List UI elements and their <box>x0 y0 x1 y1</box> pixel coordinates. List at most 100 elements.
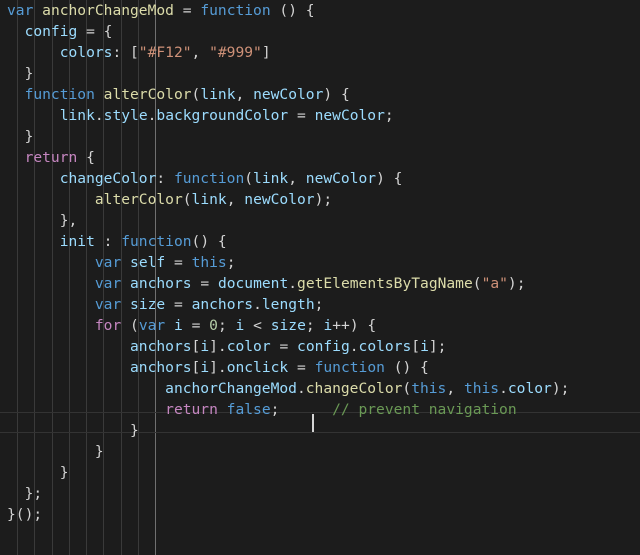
code-token: ); <box>551 380 570 397</box>
code-token: }, <box>7 212 78 229</box>
code-token: ); <box>314 191 333 208</box>
code-token: config <box>297 338 350 355</box>
code-token: } <box>7 65 34 82</box>
code-token: : [ <box>112 44 139 61</box>
code-line[interactable]: } <box>0 462 640 483</box>
code-token: changeColor <box>305 380 403 397</box>
code-line[interactable]: changeColor: function(link, newColor) { <box>0 168 640 189</box>
code-editor[interactable]: var anchorChangeMod = function () { conf… <box>0 0 640 555</box>
code-line[interactable]: }(); <box>0 504 640 525</box>
code-token: , <box>191 44 210 61</box>
code-token: newColor <box>305 170 377 187</box>
code-line[interactable]: init : function() { <box>0 231 640 252</box>
code-token: return <box>24 149 78 166</box>
code-token: i <box>173 317 183 334</box>
code-token: false <box>226 401 271 418</box>
code-line[interactable]: } <box>0 420 640 441</box>
code-token: var <box>94 275 122 292</box>
code-token: function <box>121 233 192 250</box>
code-token: size <box>130 296 166 313</box>
code-token: { <box>77 149 95 166</box>
code-token: = <box>86 23 95 40</box>
code-token: colors <box>358 338 412 355</box>
code-line[interactable]: config = { <box>0 21 640 42</box>
code-token: function <box>200 2 271 19</box>
code-token: link <box>191 191 227 208</box>
code-token: alterColor <box>103 86 192 103</box>
code-line[interactable]: anchors[i].onclick = function () { <box>0 357 640 378</box>
code-token: color <box>507 380 552 397</box>
code-token: = <box>173 254 183 271</box>
code-token: ; <box>384 107 394 124</box>
code-token: . <box>296 380 306 397</box>
code-line[interactable]: var size = anchors.length; <box>0 294 640 315</box>
code-token: }; <box>7 485 43 502</box>
code-token: anchorChangeMod <box>165 380 297 397</box>
code-token: this <box>411 380 447 397</box>
code-content[interactable]: var anchorChangeMod = function () { conf… <box>0 0 640 525</box>
code-line[interactable]: } <box>0 63 640 84</box>
code-token: length <box>261 296 315 313</box>
code-line[interactable]: colors: ["#F12", "#999"] <box>0 42 640 63</box>
code-line[interactable]: function alterColor(link, newColor) { <box>0 84 640 105</box>
code-token: var <box>94 296 122 313</box>
code-token: var <box>94 254 122 271</box>
code-line[interactable]: anchorChangeMod.changeColor(this, this.c… <box>0 378 640 399</box>
code-token: link <box>253 170 289 187</box>
code-token: alterColor <box>94 191 183 208</box>
code-token: . <box>499 380 508 397</box>
code-line[interactable]: link.style.backgroundColor = newColor; <box>0 105 640 126</box>
code-token: , <box>446 380 464 397</box>
code-line[interactable]: alterColor(link, newColor); <box>0 189 640 210</box>
code-token: anchors <box>130 275 192 292</box>
code-token: ++ <box>332 317 350 334</box>
code-token: i <box>420 338 429 355</box>
code-token: this <box>191 254 227 271</box>
code-line[interactable]: return { <box>0 147 640 168</box>
code-line[interactable]: }; <box>0 483 640 504</box>
code-token: ( <box>472 275 482 292</box>
code-token: return <box>165 401 218 418</box>
code-token: "a" <box>481 275 508 292</box>
code-line[interactable]: var anchorChangeMod = function () { <box>0 0 640 21</box>
code-token: < <box>253 317 262 334</box>
code-line[interactable]: for (var i = 0; i < size; i++) { <box>0 315 640 336</box>
code-token: function <box>24 86 95 103</box>
code-line[interactable]: } <box>0 126 640 147</box>
code-token: anchors <box>191 296 254 313</box>
code-token: var <box>138 317 166 334</box>
code-line[interactable]: anchors[i].color = config.colors[i]; <box>0 336 640 357</box>
code-token: () { <box>270 2 315 19</box>
code-token: i <box>323 317 333 334</box>
code-token: = <box>297 359 306 376</box>
code-line[interactable]: var self = this; <box>0 252 640 273</box>
code-line[interactable]: }, <box>0 210 640 231</box>
code-token: onclick <box>226 359 289 376</box>
code-token: ; <box>314 296 324 313</box>
code-line[interactable]: return false; // prevent navigation <box>0 399 640 420</box>
code-token: }(); <box>7 506 43 523</box>
code-line[interactable]: var anchors = document.getElementsByTagN… <box>0 273 640 294</box>
code-token: ]; <box>428 338 447 355</box>
code-token: newColor <box>244 191 315 208</box>
code-token: = <box>182 2 192 19</box>
code-token: colors <box>59 44 113 61</box>
code-line[interactable]: } <box>0 441 640 462</box>
